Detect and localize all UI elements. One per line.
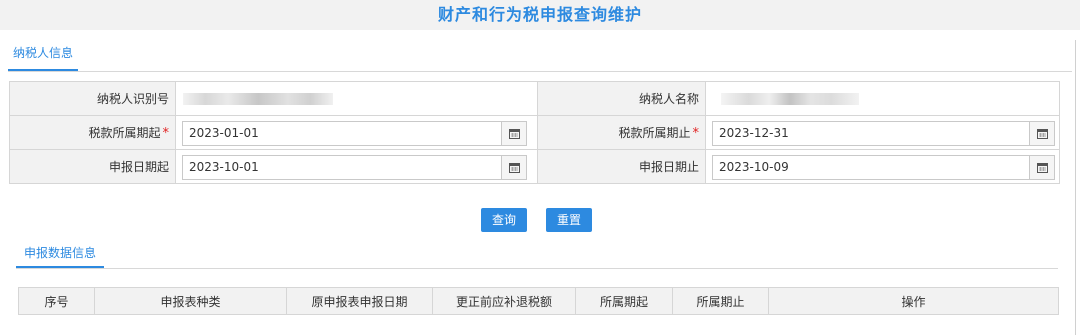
calendar-icon [1036,162,1048,173]
redacted-taxpayer-name [721,93,859,105]
calendar-icon [1036,128,1048,139]
right-divider [1075,40,1076,335]
filing-date-start-label: 申报日期起 [9,149,176,184]
reset-button[interactable]: 重置 [546,208,593,232]
column-header: 所属期止 [672,287,769,315]
tax-period-start-cell: 2023-01-01 [175,115,538,150]
tax-period-start-input[interactable]: 2023-01-01 [182,121,501,146]
tax-period-end-label: 税款所属期止 * [537,115,706,150]
tab-filing-data[interactable]: 申报数据信息 [16,240,105,268]
taxpayer-info-form: 纳税人识别号 纳税人名称 税款所属期起 * 2023-01-01 税款所属期止 * … [9,81,1060,184]
tax-period-end-cell: 2023-12-31 [705,115,1060,150]
filing-date-end-label: 申报日期止 [537,149,706,184]
column-header: 申报表种类 [94,287,287,315]
taxpayer-name-value [705,81,1060,116]
filing-date-end-input[interactable]: 2023-10-09 [712,155,1029,180]
table-header-row: 序号 申报表种类 原申报表申报日期 更正前应补退税额 所属期起 所属期止 操作 [18,287,1059,315]
taxpayer-id-label: 纳税人识别号 [9,81,176,116]
column-header: 原申报表申报日期 [286,287,433,315]
required-mark: * [162,126,170,141]
tax-period-start-label: 税款所属期起 * [9,115,176,150]
filing-date-end-calendar-button[interactable] [1029,155,1055,180]
column-header: 序号 [18,287,95,315]
column-header: 操作 [768,287,1059,315]
filing-data-tab-strip: 申报数据信息 [16,240,1058,269]
tax-period-end-input[interactable]: 2023-12-31 [712,121,1029,146]
taxpayer-name-label: 纳税人名称 [537,81,706,116]
redacted-taxpayer-id [183,93,333,105]
required-mark: * [692,126,700,141]
calendar-icon [508,128,520,139]
taxpayer-id-value [175,81,538,116]
column-header: 更正前应补退税额 [432,287,576,315]
filing-date-start-input[interactable]: 2023-10-01 [182,155,501,180]
tax-period-end-calendar-button[interactable] [1029,121,1055,146]
taxpayer-info-tab-strip: 纳税人信息 [8,40,1072,72]
page-title: 财产和行为税申报查询维护 [437,5,642,24]
query-button[interactable]: 查询 [481,208,528,232]
tab-taxpayer-info[interactable]: 纳税人信息 [8,40,79,71]
calendar-icon [508,162,520,173]
filing-date-start-cell: 2023-10-01 [175,149,538,184]
filing-date-start-calendar-button[interactable] [501,155,527,180]
filing-results-table: 序号 申报表种类 原申报表申报日期 更正前应补退税额 所属期起 所属期止 操作 [18,287,1059,315]
tax-period-start-calendar-button[interactable] [501,121,527,146]
page-header: 财产和行为税申报查询维护 [0,0,1080,30]
filing-date-end-cell: 2023-10-09 [705,149,1060,184]
column-header: 所属期起 [575,287,673,315]
